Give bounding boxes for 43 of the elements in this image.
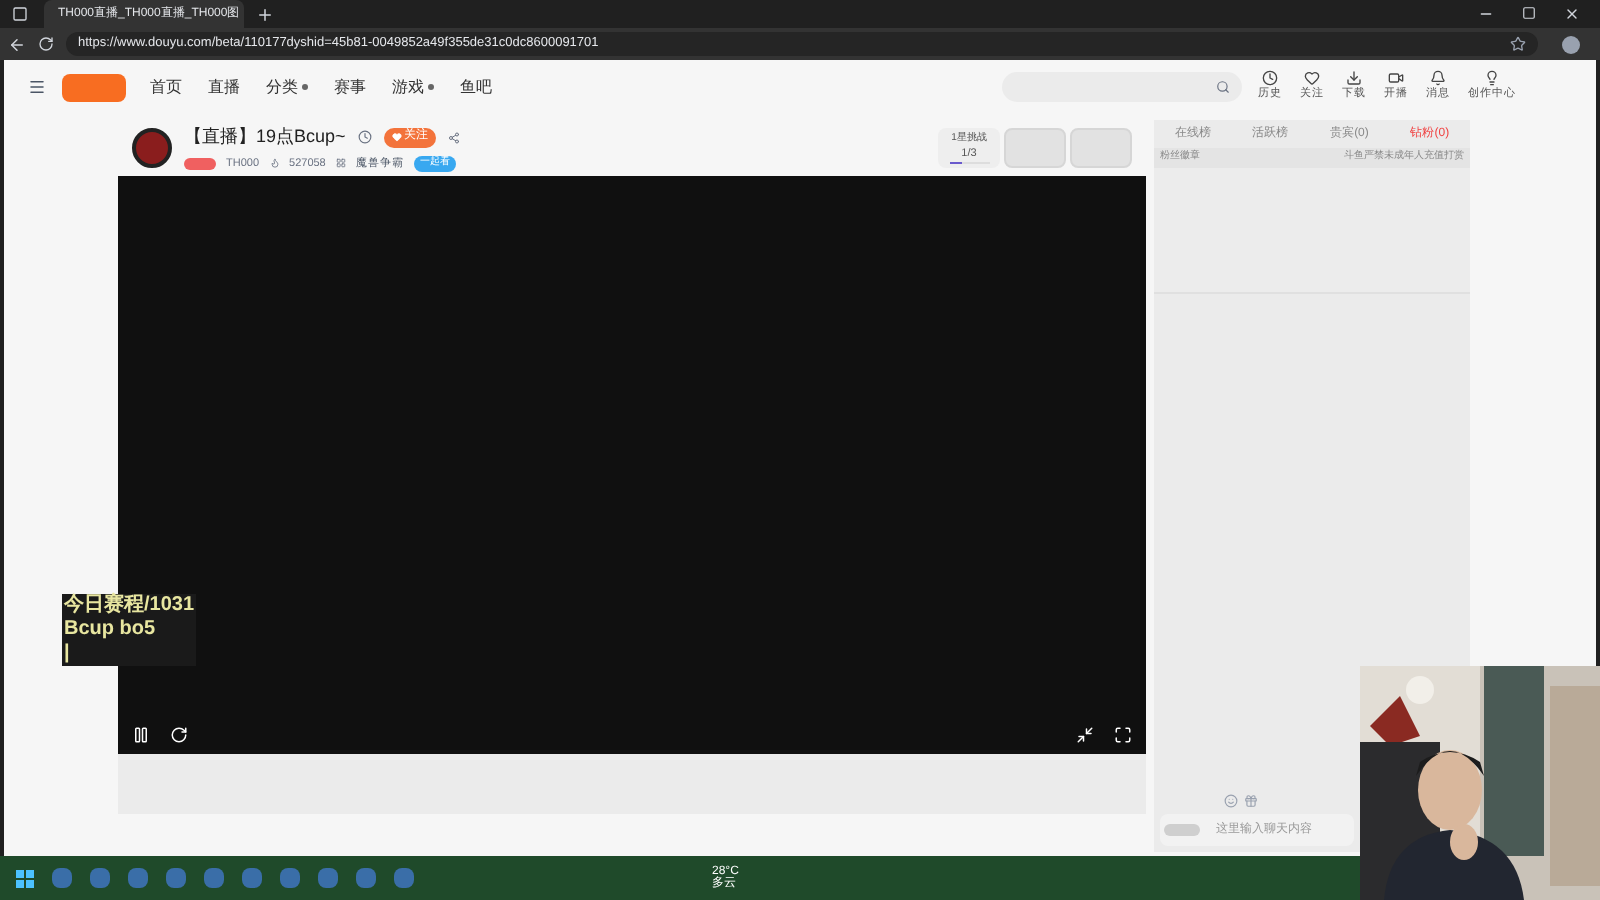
nav-link[interactable]: 分类 [266, 75, 298, 99]
start-icon[interactable] [16, 869, 34, 887]
menu-icon[interactable] [28, 78, 46, 96]
new-tab-icon[interactable] [256, 5, 274, 23]
nav-link[interactable]: 赛事 [334, 75, 366, 99]
badge-pill-icon [1164, 824, 1200, 836]
refresh-icon[interactable] [170, 726, 188, 744]
search-field[interactable] [1002, 72, 1242, 102]
maximize-icon[interactable] [1522, 6, 1536, 20]
heat-icon [269, 158, 280, 169]
tab-actions-icon[interactable] [12, 6, 28, 22]
dropdown-caret-icon[interactable] [302, 84, 308, 90]
bell-icon [1430, 70, 1446, 87]
download-icon [1346, 70, 1362, 87]
pause-icon[interactable] [132, 726, 150, 744]
search-icon[interactable] [1216, 80, 1230, 94]
lightbulb-icon [1484, 70, 1500, 87]
dropdown-caret-icon[interactable] [428, 84, 434, 90]
exit-web-fullscreen-icon[interactable] [1076, 726, 1094, 744]
favorite-icon[interactable] [1510, 36, 1526, 52]
nav-link[interactable]: 游戏 [392, 75, 424, 99]
share-icon[interactable] [447, 131, 460, 144]
nav-link[interactable]: 直播 [208, 75, 240, 99]
nav-link[interactable]: 首页 [150, 75, 182, 99]
level-badge-icon [184, 157, 216, 170]
nav-link[interactable]: 鱼吧 [460, 75, 492, 99]
clock-icon[interactable] [357, 130, 372, 145]
overlay-text: | [62, 642, 197, 666]
profile-avatar[interactable] [1562, 35, 1580, 53]
fullscreen-icon[interactable] [1114, 726, 1132, 744]
camera-icon [1388, 70, 1404, 87]
streamer-avatar[interactable] [132, 128, 172, 168]
category-icon [335, 158, 346, 169]
overlay-text: Bcup bo5 [62, 618, 197, 642]
heart-icon [391, 132, 402, 143]
clock-icon [1262, 70, 1278, 87]
back-icon[interactable] [8, 35, 26, 53]
room-title: 【直播】19点Bcup~ [184, 124, 346, 151]
logo-icon[interactable] [62, 73, 126, 101]
reload-icon[interactable] [38, 36, 54, 52]
heart-icon [1304, 70, 1320, 87]
overlay-text: 今日赛程/1031 [62, 594, 197, 618]
close-window-icon[interactable] [1564, 6, 1580, 22]
